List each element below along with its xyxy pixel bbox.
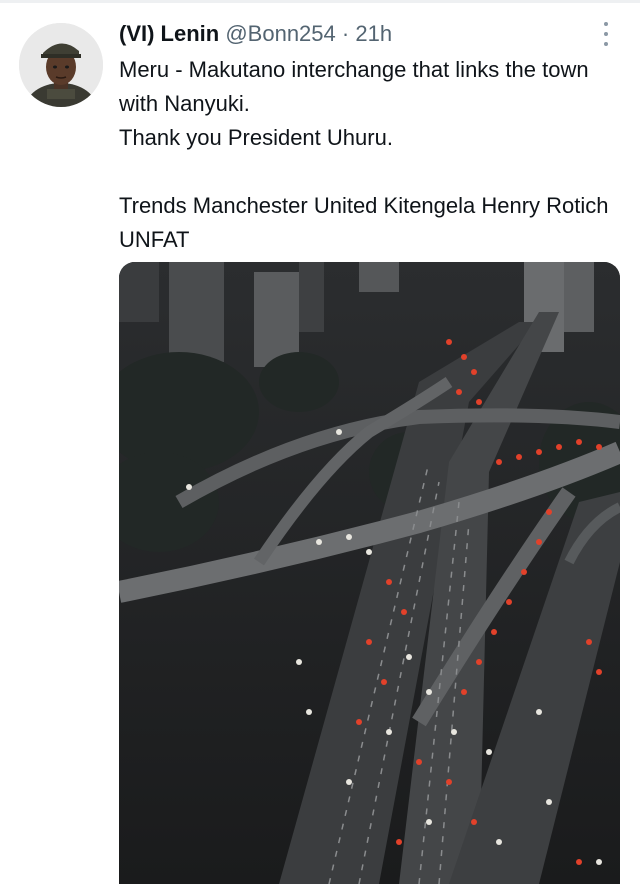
separator-dot: · xyxy=(341,21,350,46)
tweet-media-image[interactable] xyxy=(119,262,620,884)
more-vertical-icon[interactable] xyxy=(598,22,614,46)
tweet-text: Meru - Makutano interchange that links t… xyxy=(119,53,619,257)
tweet-line: Thank you President Uhuru. xyxy=(119,125,393,150)
tweet-line: Meru - Makutano interchange that links t… xyxy=(119,57,589,116)
author-handle[interactable]: @Bonn254 xyxy=(225,21,335,46)
avatar-portrait xyxy=(19,23,103,107)
tweet-line-break xyxy=(119,155,619,189)
tweet-line: Trends Manchester United Kitengela Henry… xyxy=(119,193,609,252)
interchange-aerial-photo xyxy=(119,262,620,884)
timestamp[interactable]: 21h xyxy=(355,21,392,46)
author-name[interactable]: (VI) Lenin xyxy=(119,21,219,46)
avatar[interactable] xyxy=(19,23,103,107)
top-divider xyxy=(0,0,640,3)
tweet-header: (VI) Lenin @Bonn254 · 21h xyxy=(119,19,392,49)
